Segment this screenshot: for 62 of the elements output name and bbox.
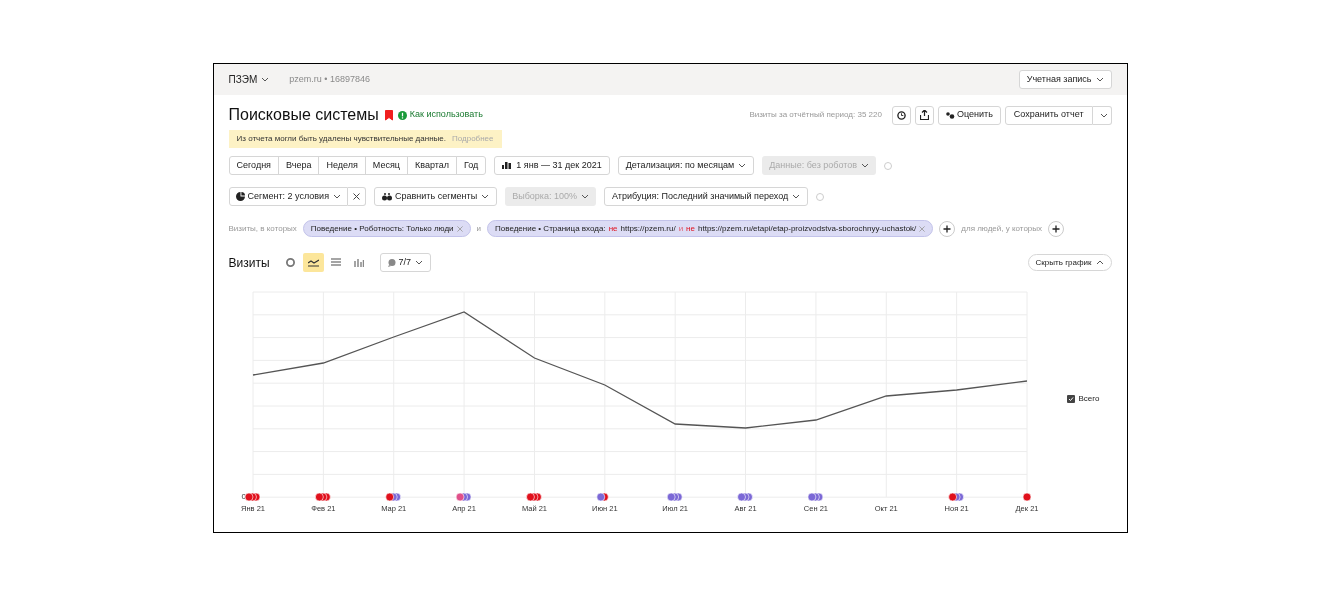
filter-chip[interactable]: Поведение • Страница входа: не https://pzem.ru/ и не https://pzem.ru/etapi/etap-proizvodstva-sborochnyy-uchastok/ xyxy=(487,220,934,237)
chevron-icon xyxy=(861,163,870,168)
chevron-icon xyxy=(415,260,424,265)
history-button[interactable] xyxy=(891,105,911,125)
chevron-icon xyxy=(1095,260,1104,265)
period-button[interactable]: Вчера xyxy=(278,156,320,175)
share-button[interactable] xyxy=(914,105,934,125)
compare-segments-dropdown[interactable]: Сравнить сегменты xyxy=(374,187,498,206)
info-icon xyxy=(397,110,407,120)
dots-icon xyxy=(945,111,955,119)
plus-icon xyxy=(1052,224,1061,233)
close-icon xyxy=(919,225,926,232)
filter-suffix: для людей, у которых xyxy=(961,222,1043,235)
filter-joiner: и xyxy=(476,222,482,235)
counter-dropdown[interactable]: ПЗЭМ xyxy=(228,72,270,87)
detail-dropdown[interactable]: Детализация: по месяцам xyxy=(617,156,755,175)
save-report-button[interactable]: Сохранить отчет xyxy=(1004,105,1093,125)
segment-dropdown[interactable]: Сегмент: 2 условия xyxy=(228,187,349,206)
chevron-icon xyxy=(1095,77,1104,82)
legend-checkbox[interactable] xyxy=(1066,395,1075,403)
report-title: Поисковые системы xyxy=(228,105,379,125)
account-button[interactable]: Учетная запись xyxy=(1018,70,1112,89)
chevron-icon xyxy=(581,194,589,199)
chevron-icon xyxy=(738,163,747,168)
period-button[interactable]: Год xyxy=(455,156,487,175)
bar-chart-icon xyxy=(354,258,365,267)
attribution-dropdown[interactable]: Атрибуция: Последний значимый переход xyxy=(604,187,809,206)
notes-dropdown[interactable]: 7/7 xyxy=(379,253,432,272)
period-button[interactable]: Сегодня xyxy=(228,156,279,175)
speech-bubble-icon xyxy=(387,258,396,267)
chevron-icon xyxy=(1099,112,1108,118)
annotation-marker[interactable] xyxy=(596,492,605,502)
period-button[interactable]: Квартал xyxy=(406,156,457,175)
upload-icon xyxy=(919,110,929,120)
chart-view-button[interactable] xyxy=(302,253,324,272)
date-range-button[interactable]: 1 янв — 31 дек 2021 xyxy=(494,156,610,175)
period-button[interactable]: Месяц xyxy=(364,156,408,175)
filter-chip[interactable]: Поведение • Роботность: Только люди xyxy=(302,220,471,237)
legend-label: Всего xyxy=(1078,393,1100,405)
segments-icon xyxy=(382,192,393,201)
plus-icon xyxy=(943,224,952,233)
visits-total: Визиты за отчётный период: 35 220 xyxy=(749,109,882,121)
how-to-use-link[interactable]: Как использовать xyxy=(409,108,483,122)
clear-segment-button[interactable] xyxy=(348,187,367,206)
rate-button[interactable]: Оценить xyxy=(937,105,1001,125)
pie-icon xyxy=(235,192,245,201)
period-button[interactable]: Неделя xyxy=(318,156,366,175)
chevron-icon xyxy=(261,77,270,82)
pie-chart-icon xyxy=(285,258,295,267)
annotation-marker[interactable] xyxy=(1022,492,1031,502)
site-label: pzem.ru • 16897846 xyxy=(289,72,370,86)
close-icon xyxy=(353,193,361,200)
line-chart-icon xyxy=(307,258,319,267)
clock-icon xyxy=(896,110,906,120)
chevron-icon xyxy=(792,194,801,199)
chart-title: Визиты xyxy=(228,254,270,272)
filter-prefix: Визиты, в которых xyxy=(228,222,297,235)
chevron-icon xyxy=(481,194,490,199)
bookmark-icon[interactable] xyxy=(384,109,393,121)
chevron-icon xyxy=(333,194,342,199)
close-icon xyxy=(456,225,463,232)
notice-text: Из отчета могли быть удалены чувствительные данные. xyxy=(236,133,446,145)
